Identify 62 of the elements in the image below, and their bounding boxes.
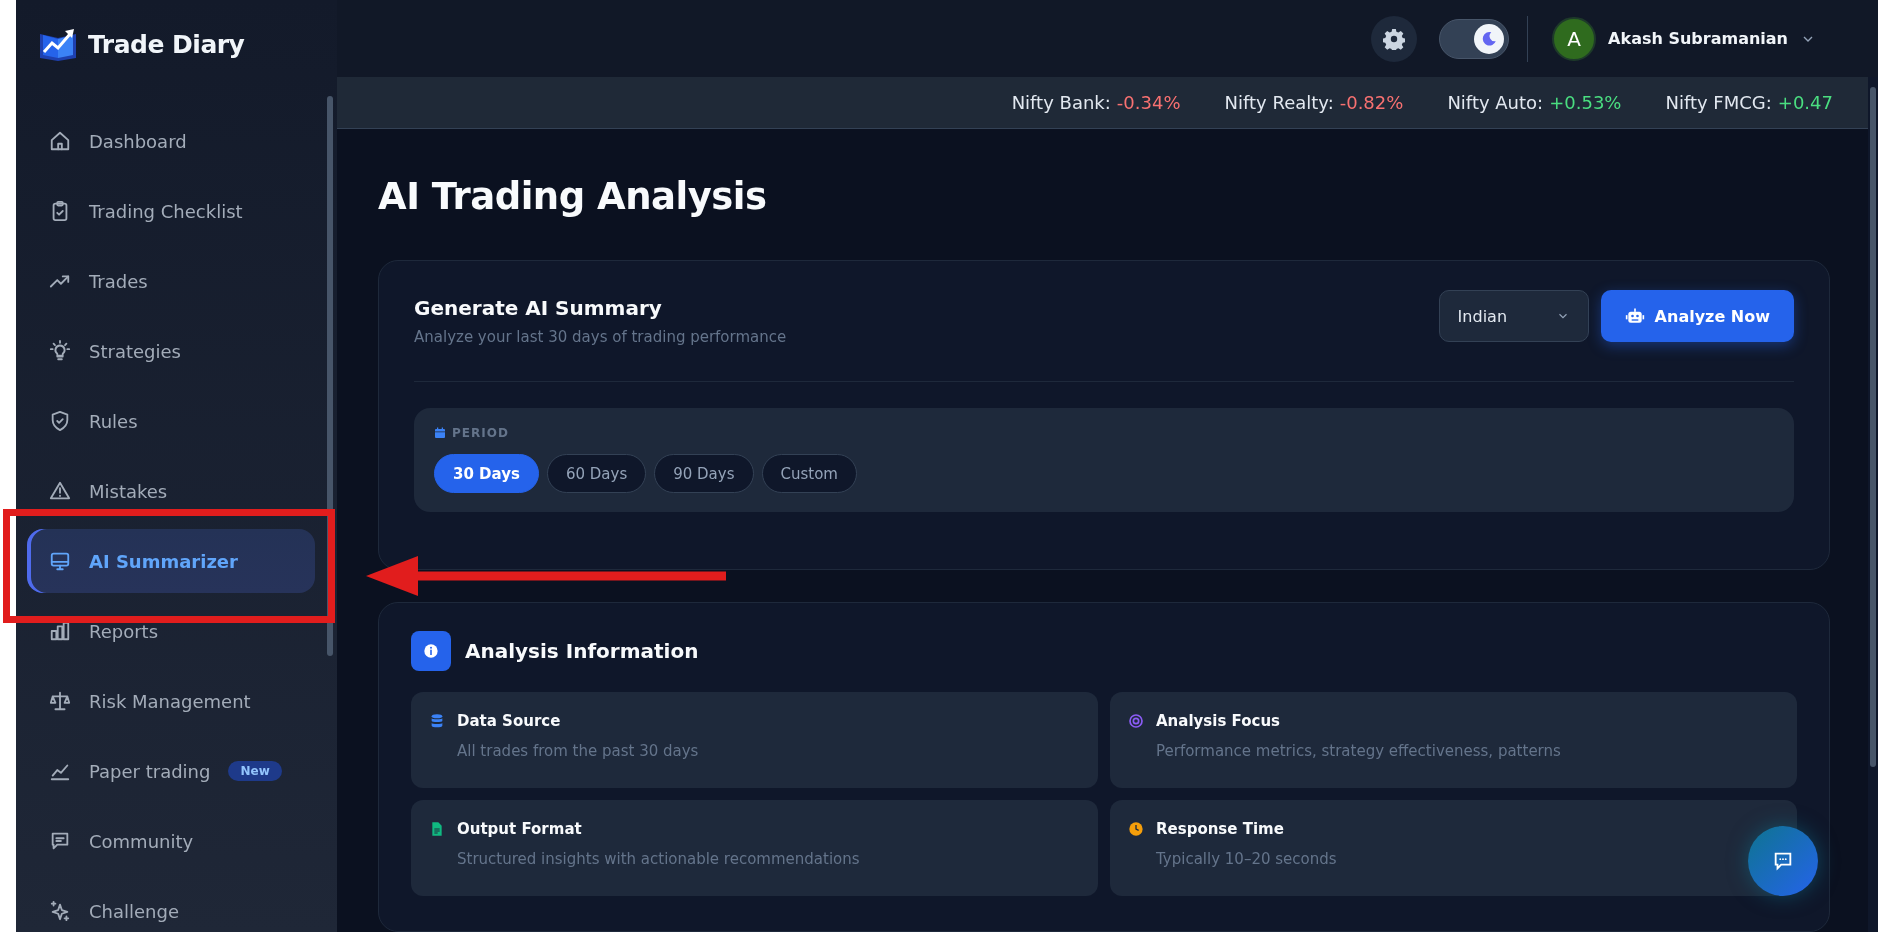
sidebar-item[interactable]: Mistakes [27, 459, 315, 523]
tile-text: Typically 10–20 seconds [1156, 850, 1338, 868]
index-name: Nifty Auto: [1447, 92, 1544, 113]
sidebar-item[interactable]: Community [27, 809, 315, 873]
warning-icon [49, 480, 71, 502]
index-change: -0.34% [1116, 92, 1181, 113]
sparkle-icon [49, 900, 71, 922]
moon-icon [1480, 29, 1499, 48]
sidebar-item[interactable]: Risk Management [27, 669, 315, 733]
card-subtitle: Analyze your last 30 days of trading performance [414, 328, 787, 346]
bar-chart-icon [49, 620, 71, 642]
chat-icon [49, 830, 71, 852]
card-title: Generate AI Summary [414, 296, 663, 320]
sidebar-item[interactable]: Trades [27, 249, 315, 313]
sidebar-item[interactable]: Rules [27, 389, 315, 453]
index-name: Nifty Realty: [1224, 92, 1334, 113]
home-icon [49, 130, 71, 152]
index-change: +0.47 [1777, 92, 1833, 113]
sidebar-item[interactable]: AI Summarizer [27, 529, 315, 593]
tile-text: Structured insights with actionable recommendations [457, 850, 861, 868]
user-menu[interactable]: A Akash Subramanian [1546, 15, 1822, 62]
index-name: Nifty Bank: [1011, 92, 1111, 113]
user-avatar: A [1552, 16, 1597, 61]
index-change: +0.53% [1549, 92, 1622, 113]
period-option[interactable]: 60 Days [546, 454, 647, 493]
calendar-icon [434, 427, 446, 439]
analyze-button[interactable]: Analyze Now [1600, 290, 1794, 342]
chart-book-logo-icon [38, 26, 78, 62]
theme-toggle[interactable] [1439, 18, 1510, 59]
index-name: Nifty FMCG: [1665, 92, 1772, 113]
sidebar-item[interactable]: Reports [27, 599, 315, 663]
shield-check-icon [49, 410, 71, 432]
sidebar-item[interactable]: Challenge [27, 879, 315, 932]
sidebar-item[interactable]: Strategies [27, 319, 315, 383]
brand-name: Trade Diary [88, 29, 245, 59]
scrollbar[interactable] [327, 96, 333, 656]
scales-icon [49, 690, 71, 712]
period-label: PERIOD [452, 426, 509, 440]
page-title: AI Trading Analysis [378, 175, 768, 220]
scrollbar[interactable] [1868, 77, 1878, 932]
period-option[interactable]: 90 Days [654, 454, 754, 493]
tile-title: Data Source [457, 712, 561, 730]
sidebar-item[interactable]: Dashboard [27, 109, 315, 173]
sidebar-item[interactable]: Paper trading New [27, 739, 315, 803]
sidebar-item[interactable]: Trading Checklist [27, 179, 315, 243]
card-title: Analysis Information [465, 639, 699, 663]
tile-text: Performance metrics, strategy effectiveness, patterns [1156, 742, 1562, 760]
tile-text: All trades from the past 30 days [457, 742, 700, 760]
tile-title: Analysis Focus [1156, 712, 1280, 730]
lightbulb-icon [49, 340, 71, 362]
tile-title: Response Time [1156, 820, 1284, 838]
period-option[interactable]: Custom [761, 454, 857, 493]
market-select[interactable]: Indian [1438, 290, 1589, 342]
new-badge: New [228, 761, 282, 781]
monitor-icon [49, 550, 71, 572]
settings-icon [1383, 27, 1406, 50]
tile-title: Output Format [457, 820, 582, 838]
period-option[interactable]: 30 Days [434, 454, 539, 493]
index-change: -0.82% [1339, 92, 1404, 113]
info-icon [411, 631, 451, 671]
chat-icon [1772, 850, 1794, 872]
robot-icon [1624, 306, 1645, 326]
